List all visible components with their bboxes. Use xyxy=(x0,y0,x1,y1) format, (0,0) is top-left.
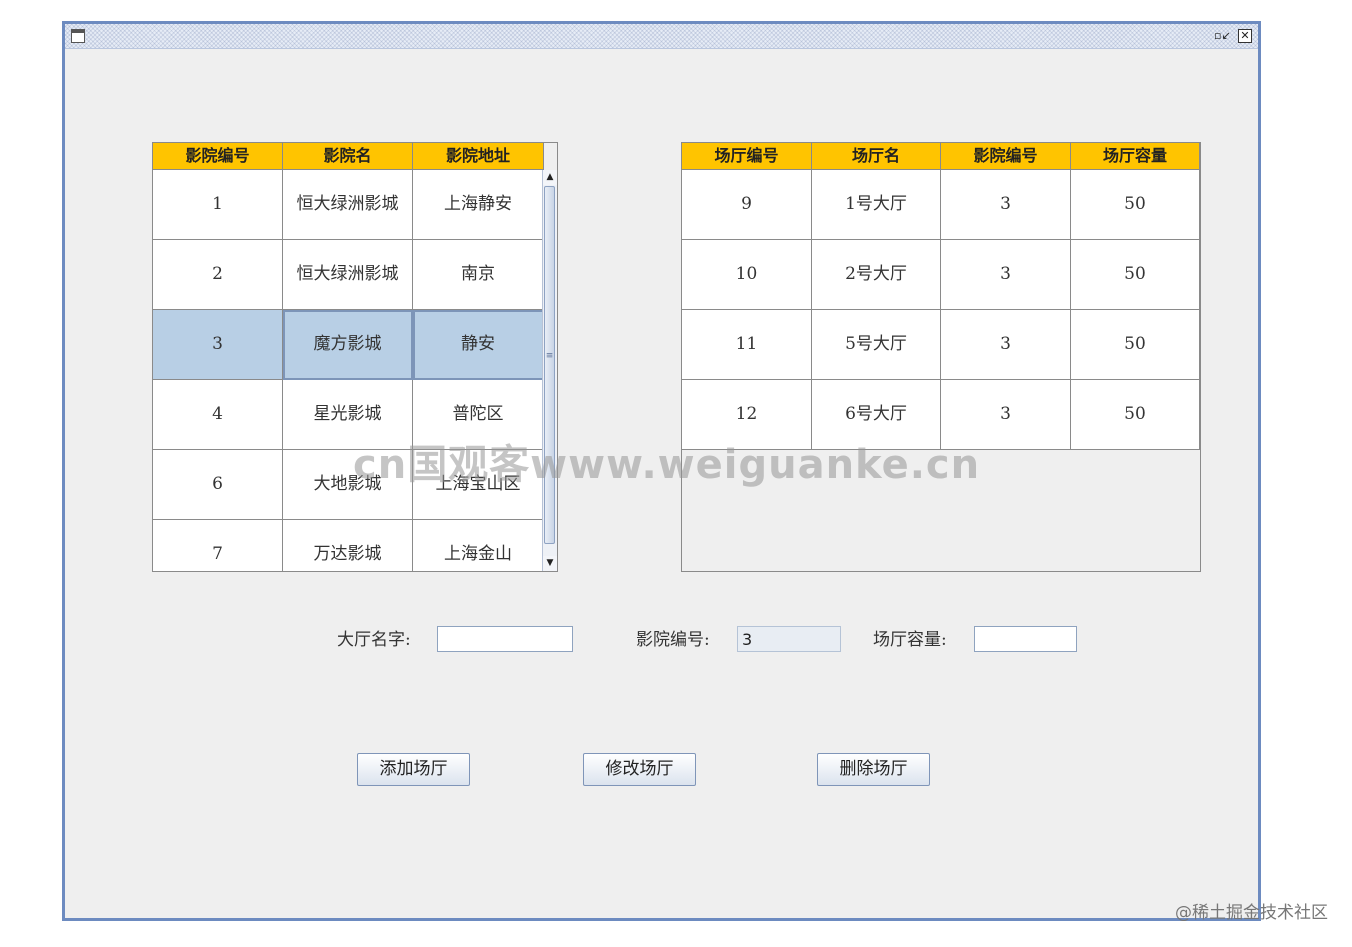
title-bar[interactable]: ▫↙ ✕ xyxy=(65,24,1258,49)
table-row[interactable]: 11 5号大厅 3 50 xyxy=(682,310,1200,380)
table-row-selected[interactable]: 3 魔方影城 静安 xyxy=(153,310,544,380)
cinema-id-cell[interactable]: 6 xyxy=(153,450,283,520)
hall-name-input[interactable] xyxy=(437,626,573,652)
column-header-hall-cinema-id[interactable]: 影院编号 xyxy=(941,143,1071,170)
column-header-hall-capacity[interactable]: 场厅容量 xyxy=(1071,143,1200,170)
hall-id-cell[interactable]: 11 xyxy=(682,310,812,380)
delete-hall-button[interactable]: 删除场厅 xyxy=(817,753,930,786)
cinema-address-cell[interactable]: 南京 xyxy=(413,240,544,310)
scroll-up-arrow-icon[interactable]: ▲ xyxy=(543,170,557,185)
table-row[interactable]: 1 恒大绿洲影城 上海静安 xyxy=(153,170,544,240)
cinema-name-cell[interactable]: 魔方影城 xyxy=(283,310,413,380)
cinema-id-label: 影院编号: xyxy=(636,630,710,650)
hall-name-cell[interactable]: 2号大厅 xyxy=(812,240,941,310)
hall-capacity-cell[interactable]: 50 xyxy=(1071,380,1200,450)
table-row[interactable]: 9 1号大厅 3 50 xyxy=(682,170,1200,240)
hall-table-body: 9 1号大厅 3 50 10 2号大厅 3 50 11 5号大厅 3 50 12… xyxy=(682,170,1200,450)
cinema-table-header: 影院编号 影院名 影院地址 xyxy=(153,143,544,170)
hall-table-header: 场厅编号 场厅名 影院编号 场厅容量 xyxy=(682,143,1200,170)
hall-cinema-id-cell[interactable]: 3 xyxy=(941,310,1071,380)
hall-capacity-cell[interactable]: 50 xyxy=(1071,240,1200,310)
hall-capacity-cell[interactable]: 50 xyxy=(1071,170,1200,240)
table-row[interactable]: 10 2号大厅 3 50 xyxy=(682,240,1200,310)
table-row[interactable]: 2 恒大绿洲影城 南京 xyxy=(153,240,544,310)
cinema-name-cell[interactable]: 恒大绿洲影城 xyxy=(283,240,413,310)
column-header-cinema-id[interactable]: 影院编号 xyxy=(153,143,283,170)
hall-table: 场厅编号 场厅名 影院编号 场厅容量 9 1号大厅 3 50 10 2号大厅 3… xyxy=(681,142,1201,572)
add-hall-button[interactable]: 添加场厅 xyxy=(357,753,470,786)
credit-text: @稀土掘金技术社区 xyxy=(1175,903,1328,923)
watermark-text: cn国观客www.weiguanke.cn xyxy=(353,442,981,488)
app-window-icon xyxy=(71,29,85,43)
scroll-down-arrow-icon[interactable]: ▼ xyxy=(543,556,557,571)
cinema-id-field[interactable] xyxy=(737,626,841,652)
hall-name-label: 大厅名字: xyxy=(337,630,411,650)
hall-name-cell[interactable]: 1号大厅 xyxy=(812,170,941,240)
cinema-id-cell[interactable]: 1 xyxy=(153,170,283,240)
close-icon[interactable]: ✕ xyxy=(1238,29,1252,43)
scrollbar-thumb[interactable] xyxy=(544,186,555,544)
hall-cinema-id-cell[interactable]: 3 xyxy=(941,170,1071,240)
column-header-hall-id[interactable]: 场厅编号 xyxy=(682,143,812,170)
cinema-id-cell[interactable]: 3 xyxy=(153,310,283,380)
restore-icon[interactable]: ▫↙ xyxy=(1214,29,1231,43)
column-header-cinema-name[interactable]: 影院名 xyxy=(283,143,413,170)
cinema-id-cell[interactable]: 7 xyxy=(153,520,283,571)
vertical-scrollbar[interactable]: ▲ ▼ xyxy=(542,170,557,571)
hall-id-cell[interactable]: 10 xyxy=(682,240,812,310)
capacity-label: 场厅容量: xyxy=(873,630,947,650)
cinema-address-cell[interactable]: 上海金山 xyxy=(413,520,544,571)
hall-name-cell[interactable]: 5号大厅 xyxy=(812,310,941,380)
cinema-table-body: 1 恒大绿洲影城 上海静安 2 恒大绿洲影城 南京 3 魔方影城 静安 4 星光… xyxy=(153,170,544,571)
cinema-table: 影院编号 影院名 影院地址 1 恒大绿洲影城 上海静安 2 恒大绿洲影城 南京 … xyxy=(152,142,558,572)
hall-capacity-cell[interactable]: 50 xyxy=(1071,310,1200,380)
column-header-cinema-address[interactable]: 影院地址 xyxy=(413,143,544,170)
column-header-hall-name[interactable]: 场厅名 xyxy=(812,143,941,170)
cinema-address-cell[interactable]: 上海静安 xyxy=(413,170,544,240)
hall-id-cell[interactable]: 9 xyxy=(682,170,812,240)
hall-cinema-id-cell[interactable]: 3 xyxy=(941,240,1071,310)
cinema-id-cell[interactable]: 4 xyxy=(153,380,283,450)
table-row[interactable]: 7 万达影城 上海金山 xyxy=(153,520,544,571)
cinema-address-cell[interactable]: 静安 xyxy=(413,310,544,380)
edit-hall-button[interactable]: 修改场厅 xyxy=(583,753,696,786)
capacity-input[interactable] xyxy=(974,626,1077,652)
cinema-id-cell[interactable]: 2 xyxy=(153,240,283,310)
cinema-name-cell[interactable]: 万达影城 xyxy=(283,520,413,571)
cinema-name-cell[interactable]: 恒大绿洲影城 xyxy=(283,170,413,240)
